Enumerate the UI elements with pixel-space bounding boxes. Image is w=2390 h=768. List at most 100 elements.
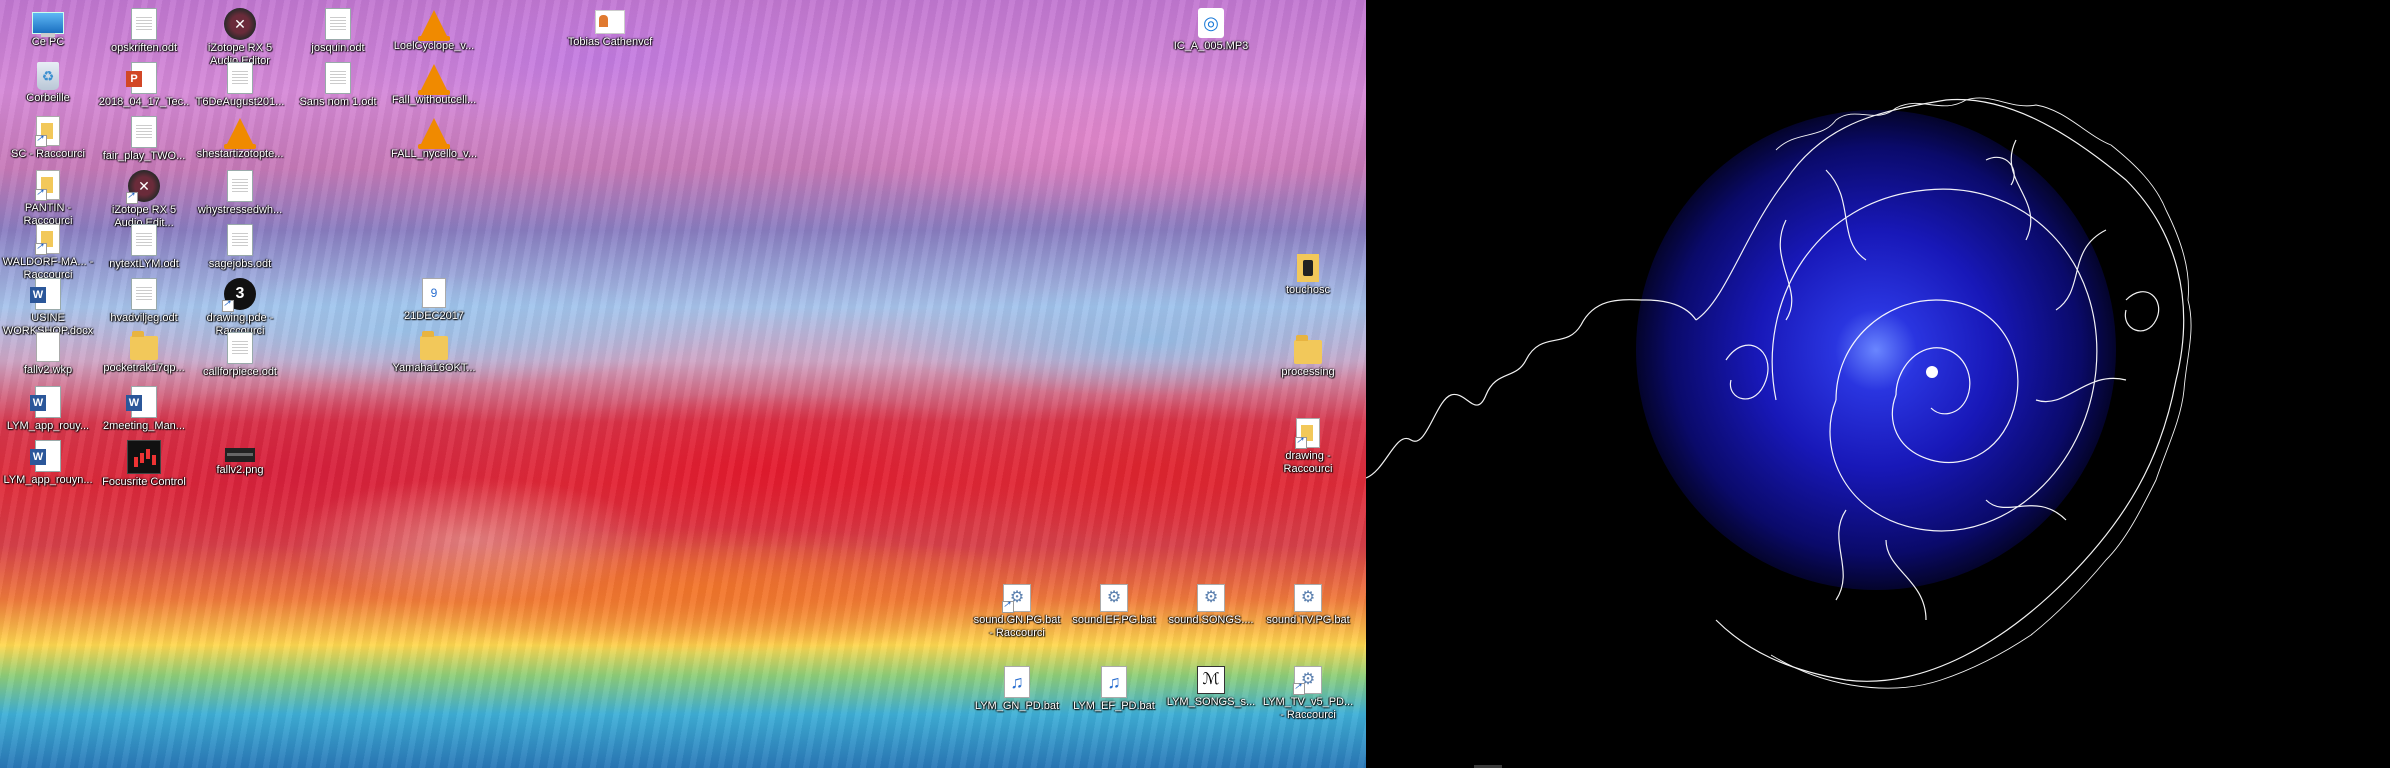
desktop-icon[interactable]: Ce PC xyxy=(0,2,96,49)
desktop-icon[interactable]: processing xyxy=(1260,330,1356,379)
icon-label: fallv2.png xyxy=(216,464,264,476)
vlc-icon xyxy=(418,64,450,95)
desktop-icon[interactable]: IC_A_005.MP3 xyxy=(1163,2,1259,53)
desktop-icon[interactable]: Sans nom 1.odt xyxy=(290,56,386,109)
desktop-icon[interactable]: sound.EF.PG.bat xyxy=(1066,578,1162,627)
spiral-tendril xyxy=(1779,139,2127,621)
icon-label: IC_A_005.MP3 xyxy=(1173,40,1249,52)
icon-label: T6DeAugust201... xyxy=(195,96,285,108)
document-icon xyxy=(325,8,351,40)
desktop-icon[interactable]: Tobias Cathenvcf xyxy=(560,2,660,49)
word-document-icon xyxy=(126,386,157,418)
icon-label: Fall_withoutcell... xyxy=(391,94,477,106)
desktop-icon[interactable]: LYM_app_rouy... xyxy=(0,380,96,433)
desktop-icon[interactable]: LYM_app_rouyn... xyxy=(0,434,96,487)
desktop-icon[interactable]: fallv2.png xyxy=(192,434,288,477)
spiral-tendril-2 xyxy=(1725,156,2160,400)
desktop-icon[interactable]: Yamaha16OKT... xyxy=(386,326,482,375)
audio-file-icon xyxy=(1198,8,1224,38)
desktop-icon[interactable]: josquin.odt xyxy=(290,2,386,55)
desktop-icon[interactable]: fair_play_TWO... xyxy=(96,110,192,163)
icon-label: LYM_app_rouyn... xyxy=(3,474,93,486)
icon-label: nytextLYM.odt xyxy=(109,258,179,270)
vlc-icon xyxy=(418,118,450,149)
desktop-icon[interactable]: callforpiece.odt xyxy=(192,326,288,379)
document-icon xyxy=(227,170,253,202)
document-icon xyxy=(227,224,253,256)
spiral-artwork xyxy=(1366,97,2192,689)
icon-label: sound.EF.PG.bat xyxy=(1072,614,1156,626)
desktop-icon[interactable]: nytextLYM.odt xyxy=(96,218,192,271)
desktop-icon[interactable]: opskriften.odt xyxy=(96,2,192,55)
focusrite-icon xyxy=(127,440,161,474)
desktop-icon[interactable]: T6DeAugust201... xyxy=(192,56,288,109)
icon-label: sound.GN.PG.bat - Raccourci xyxy=(973,614,1061,639)
spiral-rim xyxy=(1770,97,2192,689)
izotope-icon xyxy=(126,170,160,204)
shortcut-arrow-icon xyxy=(1293,681,1305,695)
desktop-icon[interactable]: sagejobs.odt xyxy=(192,218,288,271)
desktop-icon[interactable]: Focusrite Control xyxy=(96,434,192,489)
shortcut-arrow-icon xyxy=(222,298,234,312)
desktop-left-monitor: Ce PC Corbeille SC - Raccourci PANTIN - … xyxy=(0,0,1366,768)
shortcut-arrow-icon xyxy=(35,241,47,255)
icon-label: touchosc xyxy=(1285,284,1331,296)
icon-label: fair_play_TWO... xyxy=(102,150,186,162)
desktop-icon[interactable]: shestartizotopte... xyxy=(192,110,288,161)
desktop-icon[interactable]: sound.GN.PG.bat - Raccourci xyxy=(969,578,1065,640)
icon-label: fallv2.wkp xyxy=(23,364,73,376)
icon-label: Sans nom 1.odt xyxy=(299,96,377,108)
shortcut-arrow-icon xyxy=(1002,599,1014,613)
icon-label: opskriften.odt xyxy=(110,42,178,54)
desktop-icon[interactable]: LYM_GN_PD.bat xyxy=(969,660,1065,713)
batch-file-icon xyxy=(1100,584,1128,612)
desktop-icon[interactable]: LYM_EF_PD.bat xyxy=(1066,660,1162,713)
shortcut-arrow-icon xyxy=(35,187,47,201)
desktop-icon[interactable]: touchosc xyxy=(1260,248,1356,297)
icon-label: Focusrite Control xyxy=(102,476,186,488)
desktop-icon[interactable]: pocketrak17qp... xyxy=(96,326,192,375)
desktop-icon[interactable]: SC - Raccourci xyxy=(0,110,96,161)
image-icon xyxy=(225,448,255,462)
desktop-icon[interactable]: 21DEC2017 xyxy=(386,272,482,323)
desktop-icon[interactable]: Corbeille xyxy=(0,56,96,105)
spiral-center xyxy=(1926,366,1938,378)
vlc-icon xyxy=(418,10,450,41)
icon-label: Tobias Cathenvcf xyxy=(567,36,653,48)
folder-icon xyxy=(1294,335,1322,364)
desktop-icon[interactable]: LoelCyclope_v... xyxy=(386,2,482,53)
calendar-file-icon xyxy=(422,278,446,308)
icon-label: josquin.odt xyxy=(311,42,365,54)
desktop-icon[interactable]: sound.TV.PG.bat xyxy=(1260,578,1356,627)
batch-file-icon xyxy=(1294,584,1322,612)
folder-shortcut-icon xyxy=(35,170,60,201)
icon-label: drawing - Raccourci xyxy=(1283,450,1333,475)
icon-label: FALL_nycello_v... xyxy=(390,148,477,160)
document-shortcut-icon xyxy=(1295,418,1320,449)
word-document-icon xyxy=(30,386,61,418)
izotope-icon xyxy=(224,8,256,40)
icon-label: hvadviljeg.odt xyxy=(110,312,178,324)
spiral-inner-2 xyxy=(1835,299,2019,464)
desktop-icon[interactable]: sound.SONGS.... xyxy=(1163,578,1259,627)
document-icon xyxy=(131,278,157,310)
recycle-bin-icon xyxy=(37,62,59,90)
computer-icon xyxy=(32,12,64,37)
folder-icon xyxy=(420,331,448,360)
desktop-icon[interactable]: drawing - Raccourci xyxy=(1260,412,1356,476)
icon-label: whystressedwh... xyxy=(197,204,283,216)
desktop-icon[interactable]: 2meeting_Man... xyxy=(96,380,192,433)
desktop-icon[interactable]: FALL_nycello_v... xyxy=(386,110,482,161)
desktop-icon[interactable]: LYM_SONGS_s... xyxy=(1163,660,1259,709)
document-icon xyxy=(325,62,351,94)
desktop-right-monitor xyxy=(1366,0,2390,768)
desktop-icon[interactable]: Fall_withoutcell... xyxy=(386,56,482,107)
icon-label: pocketrak17qp... xyxy=(103,362,185,374)
desktop-icon[interactable]: LYM_TV_v5_PD... - Raccourci xyxy=(1260,660,1356,722)
icon-label: Yamaha16OKT... xyxy=(392,362,476,374)
desktop-icon[interactable]: whystressedwh... xyxy=(192,164,288,217)
document-icon xyxy=(131,224,157,256)
desktop-icon[interactable]: hvadviljeg.odt xyxy=(96,272,192,325)
icon-label: 2meeting_Man... xyxy=(103,420,185,432)
desktop-icon[interactable]: fallv2.wkp xyxy=(0,326,96,377)
